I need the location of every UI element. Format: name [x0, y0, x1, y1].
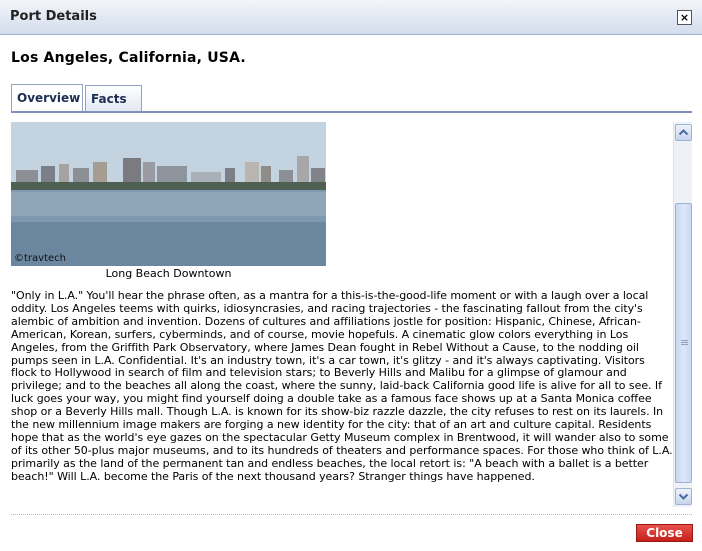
- tab-divider: [11, 111, 692, 113]
- photo-caption: Long Beach Downtown: [105, 267, 232, 280]
- close-icon[interactable]: ×: [677, 10, 692, 25]
- vertical-scrollbar[interactable]: [673, 122, 692, 507]
- overview-panel: ©travtech Long Beach Downtown "Only in L…: [11, 122, 673, 507]
- scroll-thumb[interactable]: [675, 203, 692, 483]
- scroll-down-button[interactable]: [675, 488, 692, 505]
- overview-text: "Only in L.A." You'll hear the phrase of…: [11, 289, 673, 483]
- photo-credit: ©travtech: [14, 253, 66, 264]
- tab-overview[interactable]: Overview: [11, 84, 83, 112]
- dialog-title: Port Details: [10, 9, 97, 24]
- grip-icon: [681, 340, 688, 341]
- skyline-image: [11, 122, 326, 266]
- footer-divider: [11, 514, 692, 515]
- close-button[interactable]: Close: [636, 524, 693, 542]
- dialog-titlebar: Port Details ×: [0, 0, 702, 35]
- port-photo: ©travtech: [11, 122, 326, 266]
- scroll-up-button[interactable]: [675, 124, 692, 141]
- tab-facts[interactable]: Facts: [85, 85, 142, 111]
- port-title: Los Angeles, California, USA.: [11, 50, 246, 66]
- chevron-up-icon: [678, 129, 689, 136]
- chevron-down-icon: [678, 493, 689, 500]
